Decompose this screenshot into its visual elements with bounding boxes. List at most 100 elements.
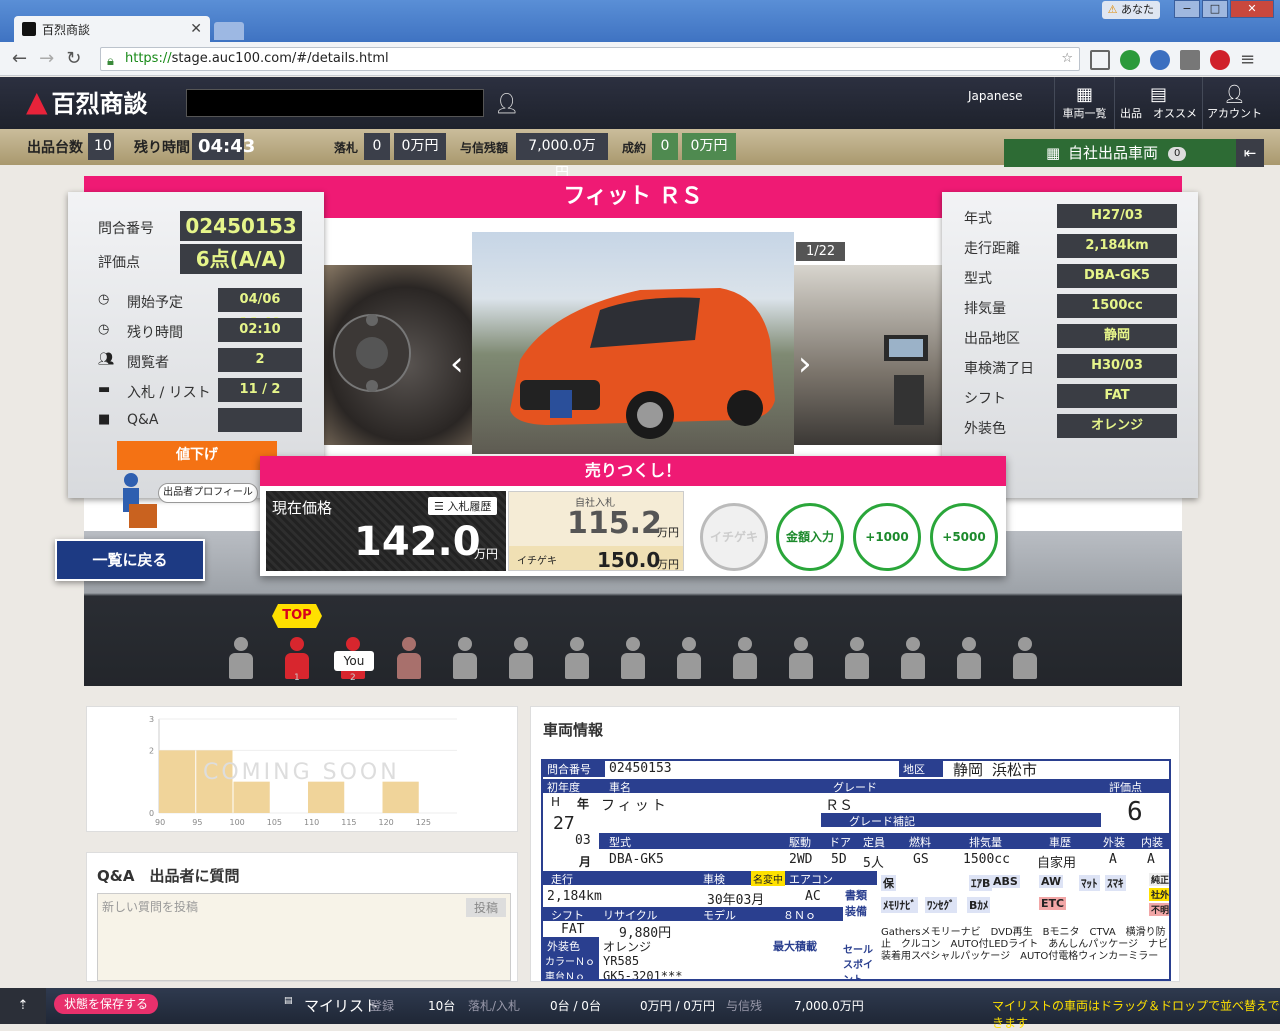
- post-button[interactable]: 投稿: [465, 898, 506, 917]
- person-icon[interactable]: 👤︎: [494, 91, 519, 115]
- plus-5000-button[interactable]: +5000: [930, 503, 998, 571]
- mylist-icon: ▤: [284, 996, 293, 1006]
- time-left-label: 残り時間: [127, 325, 183, 341]
- qa-value[interactable]: [218, 408, 302, 432]
- ichigeki-unit: 万円: [657, 558, 679, 571]
- back-to-list-button[interactable]: 一覧に戻る: [55, 539, 205, 581]
- back-arrow-icon[interactable]: ←: [12, 48, 27, 69]
- qa-label: Q&A: [127, 412, 159, 428]
- amount-input-button[interactable]: 金額入力: [776, 503, 844, 571]
- sheet-colorno-header: カラーＮｏ: [545, 957, 595, 968]
- score-value: 6点(A/A): [180, 244, 302, 274]
- forward-arrow-icon[interactable]: →: [39, 48, 54, 69]
- collapse-icon[interactable]: ⇤: [1236, 139, 1264, 167]
- sheet-int-header: 内装: [1141, 836, 1163, 849]
- window-icon[interactable]: [1180, 50, 1200, 70]
- sheet-ext-header: 外装: [1103, 836, 1125, 849]
- spec-value: DBA-GK5: [1057, 264, 1177, 288]
- qa-input[interactable]: 新しい質問を投稿 投稿: [97, 893, 511, 981]
- nav-vehicle-list[interactable]: ▦ 車両一覧: [1054, 77, 1114, 129]
- equip-item: ﾏｯﾄ: [1079, 875, 1100, 891]
- ichigeki-button[interactable]: イチゲキ: [700, 503, 768, 571]
- chevron-right-icon[interactable]: ›: [798, 344, 812, 384]
- spec-label: 型式: [964, 271, 992, 287]
- minimize-icon[interactable]: −: [1174, 0, 1200, 18]
- equip-item: ﾒﾓﾘﾅﾋﾞ: [881, 897, 918, 913]
- bidder-figure-icon: [732, 637, 758, 681]
- nav-listing-recommend[interactable]: ▤ 出品 オススメ: [1114, 77, 1202, 129]
- photo-next[interactable]: [794, 265, 942, 445]
- viewers-label: 閲覧者: [127, 355, 169, 371]
- bid-history-button[interactable]: ☰ 入札履歴: [428, 497, 498, 515]
- url-field[interactable]: 🔒︎ https://stage.auc100.com/#/details.ht…: [100, 47, 1080, 71]
- bidder-rank-1: 1: [294, 673, 300, 683]
- new-tab-button[interactable]: [214, 22, 244, 40]
- browser-tab[interactable]: 百烈商談 ✕: [14, 16, 210, 42]
- star-icon[interactable]: ☆: [1061, 48, 1073, 70]
- screen-icon[interactable]: [1090, 50, 1110, 70]
- bid-list-value: 11 / 2: [218, 378, 302, 402]
- sheet-color-header: 外装色: [547, 940, 580, 953]
- chevron-left-icon[interactable]: ‹: [450, 344, 464, 384]
- sheet-cap-header: 定員: [863, 836, 885, 849]
- sheet-era: H: [551, 795, 561, 809]
- reload-icon[interactable]: ↻: [66, 48, 81, 69]
- chat-icon[interactable]: [1120, 50, 1140, 70]
- seller-figure-icon[interactable]: [119, 470, 159, 530]
- equip-item: 保: [881, 875, 896, 891]
- language-select[interactable]: Japanese: [968, 89, 1023, 103]
- close-window-icon[interactable]: ✕: [1230, 0, 1274, 18]
- sheet-shaken: 30年03月: [707, 893, 765, 908]
- favicon-icon: [22, 22, 36, 36]
- pinterest-icon[interactable]: [1210, 50, 1230, 70]
- own-listings-button[interactable]: ▦ 自社出品車両 0 ⇤: [1004, 139, 1264, 167]
- auction-sheet: .sh{position:absolute;font-size:12px} .h…: [541, 759, 1171, 981]
- bid-history-label: 入札履歴: [447, 500, 492, 513]
- deal-label: 成約: [622, 141, 647, 155]
- chart-x-tick: 90: [155, 818, 165, 827]
- sheet-maxload-header: 最大積載: [773, 940, 817, 953]
- won-amount: 0万円: [394, 133, 446, 160]
- chart-bar: [233, 781, 270, 813]
- sheet-cap: 5人: [863, 856, 884, 871]
- own-listings-label: 自社出品車両: [1068, 144, 1159, 162]
- won-bid-count: 0台 / 0台: [550, 999, 601, 1013]
- spec-value: 静岡: [1057, 324, 1177, 348]
- upload-icon[interactable]: ⇡: [0, 988, 46, 1024]
- sheet-fuel-header: 燃料: [909, 836, 931, 849]
- you-badge: You: [334, 651, 374, 671]
- price-down-button[interactable]: 値下げ: [117, 441, 277, 470]
- menu-icon[interactable]: ≡: [1240, 50, 1260, 70]
- nav-label: 車両一覧: [1062, 107, 1107, 120]
- seller-profile-button[interactable]: 出品者プロフィール: [158, 483, 258, 503]
- qa-card: Q&A 出品者に質問 新しい質問を投稿 投稿: [86, 852, 518, 982]
- sheet-disp: 1500cc: [963, 852, 1010, 867]
- current-price-value: 142.0: [354, 519, 481, 565]
- sheet-grade-sub: グレード補記: [821, 813, 1101, 828]
- globe-icon[interactable]: [1150, 50, 1170, 70]
- chart-x-tick: 120: [379, 818, 394, 827]
- nav-account[interactable]: 👤︎ アカウント: [1202, 77, 1266, 129]
- own-listings-count: 0: [1168, 146, 1187, 161]
- nav-label: アカウント: [1207, 107, 1262, 120]
- profile-badge[interactable]: ⚠ あなた: [1101, 1, 1160, 19]
- equip-item: ﾜﾝｾｸﾞ: [925, 897, 957, 913]
- sheet-year-unit: 年: [577, 797, 590, 811]
- maximize-icon[interactable]: □: [1202, 0, 1228, 18]
- sheet-shift-header: シフト: [551, 909, 584, 922]
- bidder-figure-icon: [956, 637, 982, 681]
- equip-tag: 社外: [1149, 888, 1169, 901]
- sheet-chassis: GK5-3201***: [603, 969, 683, 981]
- qa-title: Q&A 出品者に質問: [97, 867, 240, 885]
- sheet-8no-header: ８Ｎｏ: [783, 909, 816, 922]
- close-tab-icon[interactable]: ✕: [190, 21, 202, 37]
- logo[interactable]: ▲ 百烈商談: [26, 84, 148, 119]
- save-state-button[interactable]: 状態を保存する: [54, 994, 159, 1014]
- bidder-figure-icon: [788, 637, 814, 681]
- plus-1000-button[interactable]: +1000: [853, 503, 921, 571]
- spec-value: 2,184km: [1057, 234, 1177, 258]
- mylist-label[interactable]: マイリスト: [304, 995, 379, 1016]
- start-value: 04/06 16:40: [218, 288, 302, 331]
- spec-value: FAT: [1057, 384, 1177, 408]
- sheet-lot: 02450153: [609, 761, 672, 776]
